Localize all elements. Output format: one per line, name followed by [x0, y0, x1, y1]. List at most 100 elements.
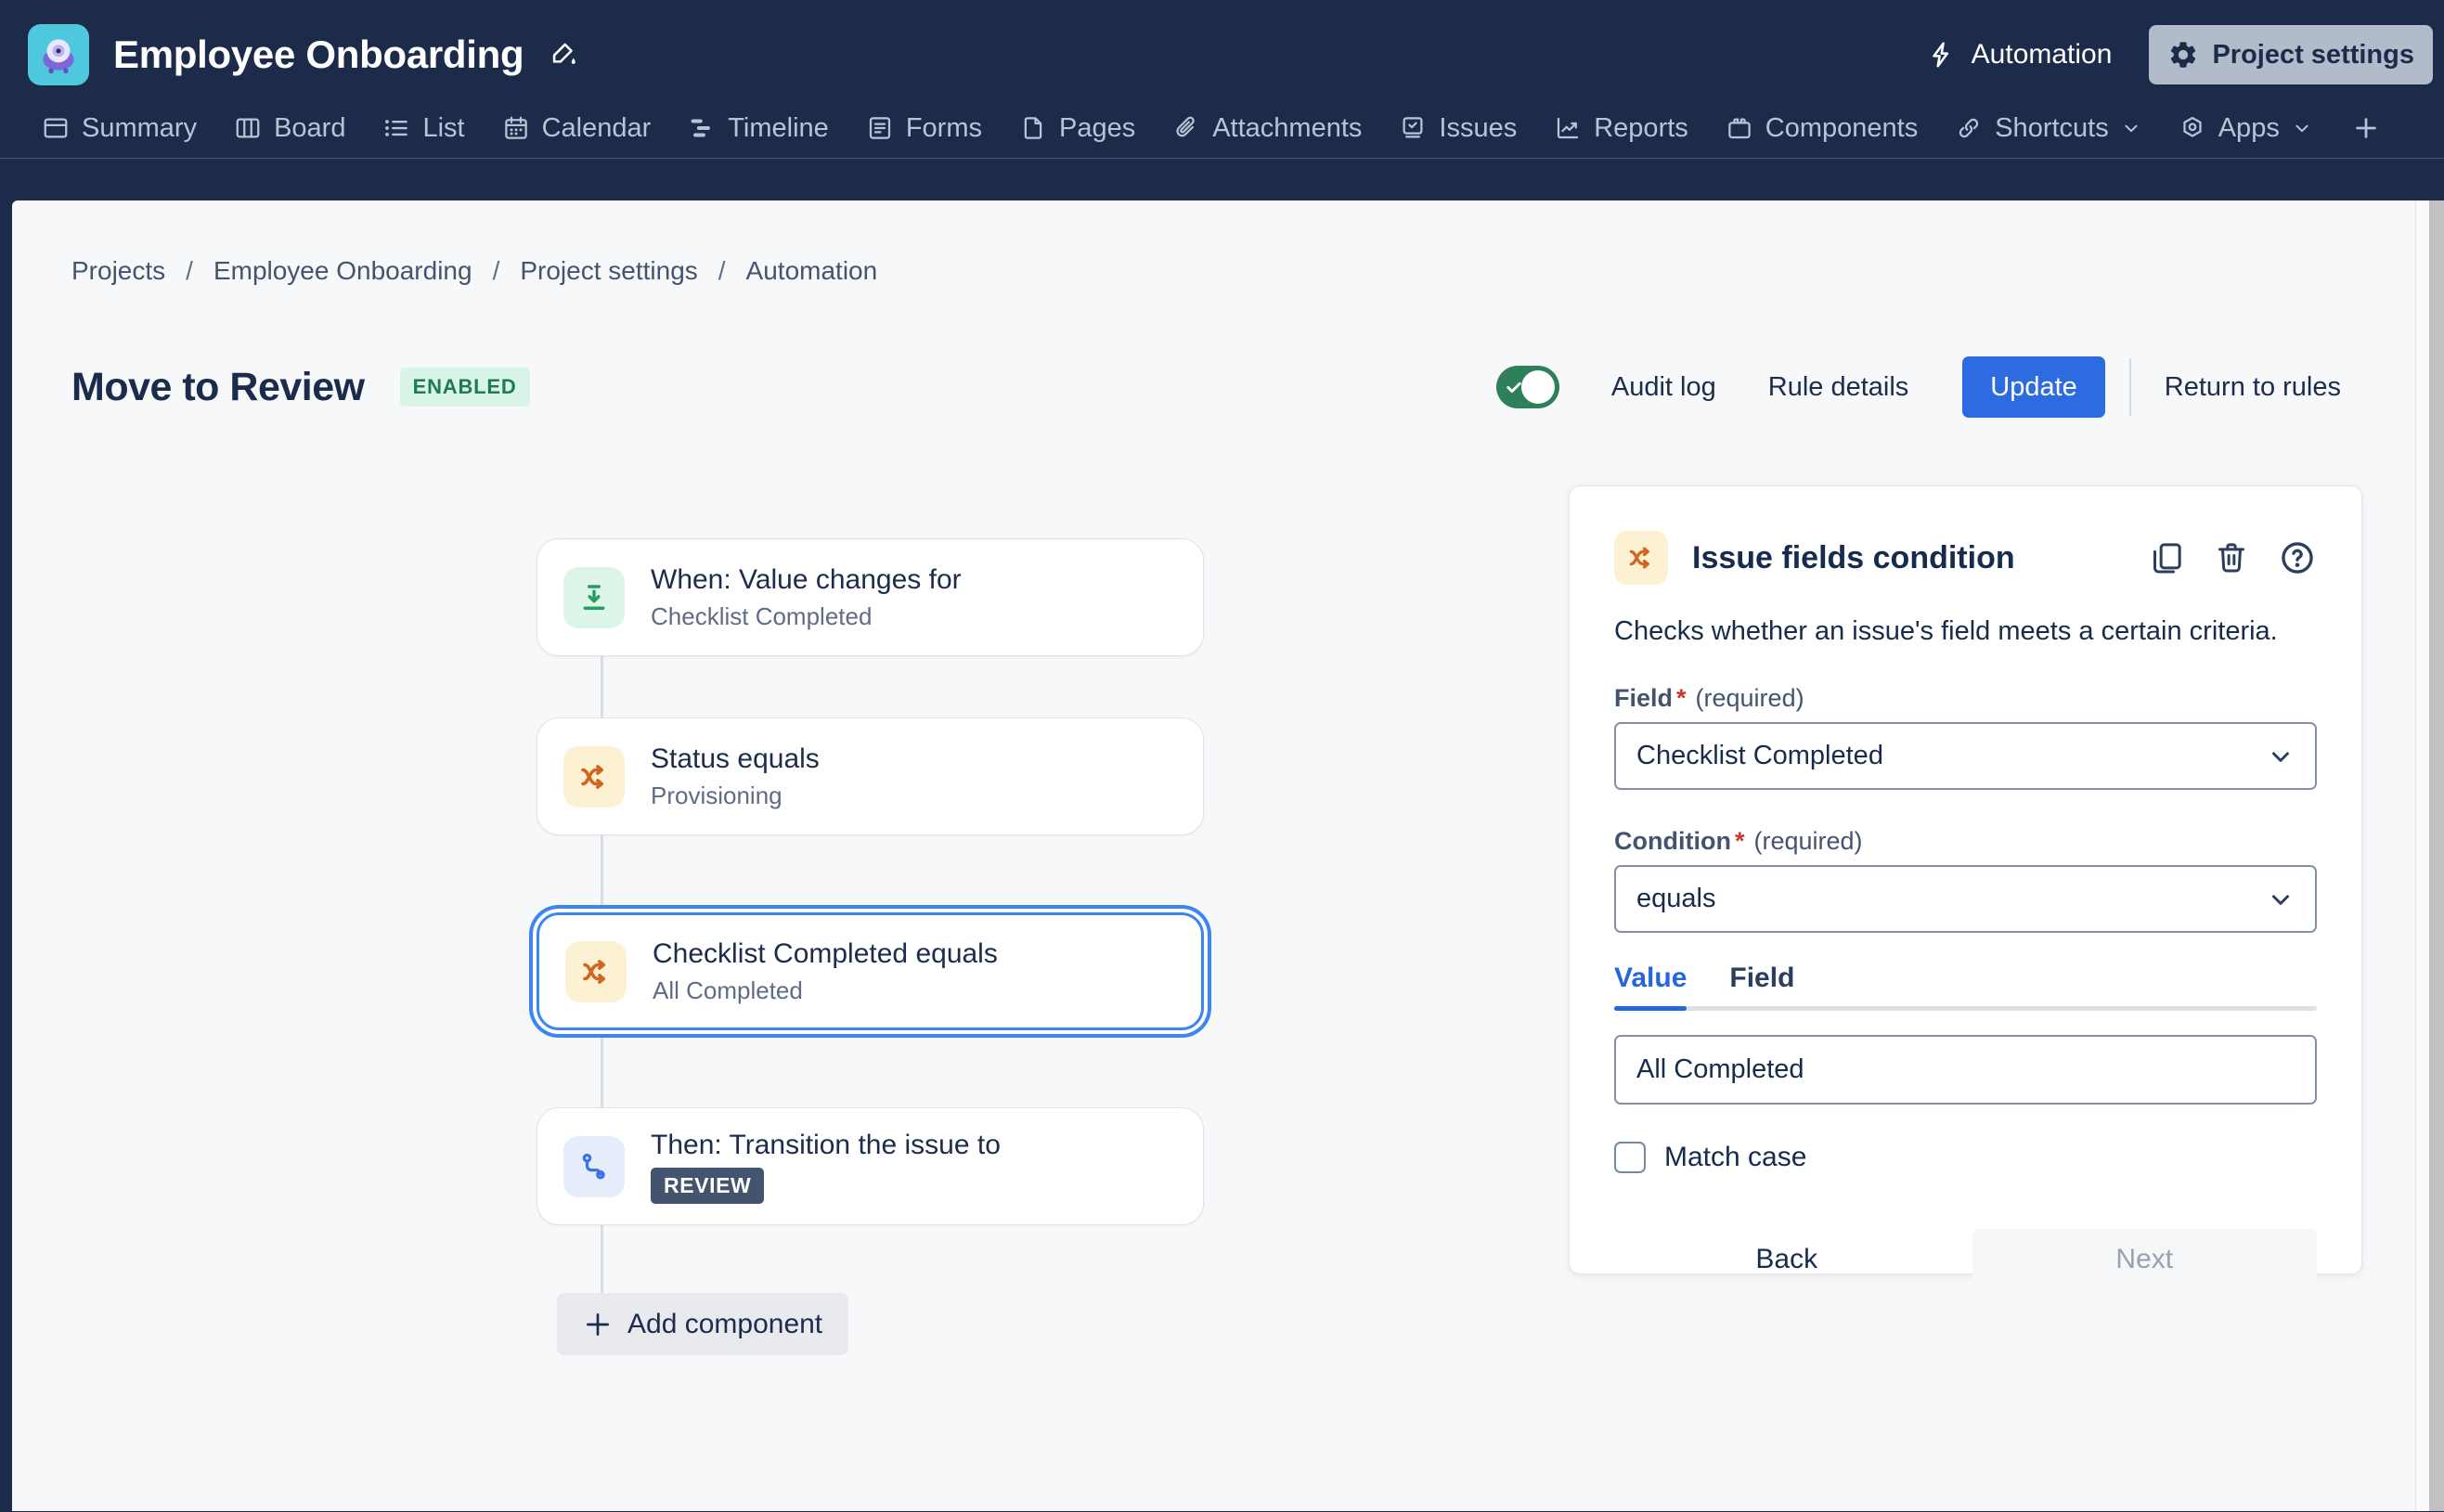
- nav-tab-board[interactable]: Board: [220, 102, 359, 154]
- breadcrumb-projects[interactable]: Projects: [71, 256, 165, 286]
- toggle-knob: [1521, 370, 1555, 404]
- match-case-checkbox[interactable]: [1614, 1142, 1646, 1173]
- tab-value[interactable]: Value: [1614, 963, 1687, 1011]
- plus-icon: [2352, 114, 2380, 142]
- return-to-rules-button[interactable]: Return to rules: [2165, 372, 2341, 403]
- rule-header-row: Move to Review ENABLED Audit log Rule de…: [71, 356, 2341, 418]
- required-asterisk: *: [1735, 827, 1745, 856]
- components-icon: [1726, 114, 1753, 142]
- check-icon: [1505, 378, 1523, 396]
- component-subtitle: Provisioning: [651, 782, 820, 810]
- panel-title: Issue fields condition: [1692, 540, 2015, 576]
- add-component-button[interactable]: Add component: [557, 1293, 848, 1355]
- nav-tab-shortcuts[interactable]: Shortcuts: [1941, 102, 2155, 154]
- actions-divider: [2129, 358, 2131, 416]
- content-frame: Projects / Employee Onboarding / Project…: [0, 159, 2444, 1511]
- monster-avatar-icon: [35, 32, 82, 78]
- chevron-down-icon: [2292, 118, 2312, 138]
- rule-details-button[interactable]: Rule details: [1768, 372, 1909, 403]
- chevron-down-icon: [2267, 743, 2295, 770]
- component-subtitle: All Completed: [653, 976, 998, 1005]
- board-icon: [234, 114, 262, 142]
- calendar-icon: [502, 114, 530, 142]
- flow-component-status-condition[interactable]: Status equals Provisioning: [537, 717, 1204, 835]
- project-nav-tabs: Summary Board List Calendar Timeline For…: [28, 98, 2418, 158]
- pages-icon: [1019, 114, 1047, 142]
- forms-icon: [866, 114, 894, 142]
- update-button[interactable]: Update: [1962, 356, 2105, 418]
- scrollbar-thumb[interactable]: [2429, 200, 2444, 1511]
- nav-tab-calendar[interactable]: Calendar: [488, 102, 666, 154]
- nav-tab-issues[interactable]: Issues: [1385, 102, 1531, 154]
- lightning-icon: [1927, 40, 1957, 70]
- component-subtitle: Checklist Completed: [651, 602, 962, 631]
- chevron-down-icon: [2267, 885, 2295, 913]
- nav-tab-components[interactable]: Components: [1712, 102, 1932, 154]
- theme-paint-icon[interactable]: [548, 39, 579, 71]
- issue-fields-condition-panel: Issue fields condition Checks whether an…: [1569, 485, 2362, 1274]
- field-label: Field* (required): [1614, 684, 2317, 713]
- nav-tab-reports[interactable]: Reports: [1540, 102, 1702, 154]
- breadcrumb-project-settings[interactable]: Project settings: [520, 256, 697, 286]
- breadcrumb-automation[interactable]: Automation: [746, 256, 878, 286]
- project-avatar: [28, 24, 89, 85]
- condition-label: Condition* (required): [1614, 827, 2317, 856]
- match-case-label: Match case: [1664, 1142, 1806, 1173]
- field-value-changed-icon: [563, 567, 625, 628]
- nav-tab-summary[interactable]: Summary: [28, 102, 211, 154]
- condition-icon: [563, 746, 625, 808]
- audit-log-button[interactable]: Audit log: [1611, 372, 1716, 403]
- component-title: When: Value changes for: [651, 564, 962, 596]
- chevron-down-icon: [2121, 118, 2141, 138]
- copy-icon: [2148, 539, 2185, 576]
- nav-tab-pages[interactable]: Pages: [1005, 102, 1149, 154]
- flow-component-checklist-condition-selected[interactable]: Checklist Completed equals All Completed: [537, 912, 1204, 1030]
- gear-icon: [2167, 39, 2199, 71]
- panel-toolbar: [2148, 538, 2317, 577]
- nav-tab-apps[interactable]: Apps: [2165, 102, 2326, 154]
- breadcrumb-project[interactable]: Employee Onboarding: [213, 256, 472, 286]
- reports-icon: [1554, 114, 1582, 142]
- apps-icon: [2179, 114, 2206, 142]
- help-circle-icon: [2278, 538, 2317, 577]
- next-button[interactable]: Next: [1972, 1229, 2318, 1290]
- shortcuts-icon: [1955, 114, 1983, 142]
- delete-component-button[interactable]: [2213, 539, 2250, 576]
- project-settings-button[interactable]: Project settings: [2149, 25, 2433, 84]
- condition-select[interactable]: equals: [1614, 865, 2317, 933]
- flow-component-transition-action[interactable]: Then: Transition the issue to REVIEW: [537, 1107, 1204, 1225]
- scrollbar-track[interactable]: [2416, 200, 2429, 1511]
- timeline-icon: [688, 114, 716, 142]
- transition-icon: [563, 1136, 625, 1197]
- duplicate-component-button[interactable]: [2148, 539, 2185, 576]
- nav-tab-attachments[interactable]: Attachments: [1158, 102, 1376, 154]
- field-select-value: Checklist Completed: [1636, 741, 1883, 771]
- back-button[interactable]: Back: [1614, 1229, 1959, 1290]
- breadcrumb: Projects / Employee Onboarding / Project…: [71, 256, 877, 286]
- flow-component-trigger[interactable]: When: Value changes for Checklist Comple…: [537, 538, 1204, 656]
- breadcrumb-separator: /: [718, 256, 726, 286]
- attachments-icon: [1172, 114, 1200, 142]
- help-button[interactable]: [2278, 538, 2317, 577]
- automation-rule-editor: Projects / Employee Onboarding / Project…: [12, 200, 2416, 1511]
- tab-field[interactable]: Field: [1729, 963, 1794, 1011]
- add-tab-button[interactable]: [2335, 102, 2397, 154]
- condition-icon: [565, 941, 627, 1002]
- field-select[interactable]: Checklist Completed: [1614, 722, 2317, 790]
- plus-icon: [583, 1310, 613, 1339]
- value-input[interactable]: [1614, 1035, 2317, 1105]
- issues-icon: [1399, 114, 1427, 142]
- automation-button[interactable]: Automation: [1927, 39, 2113, 71]
- project-title: Employee Onboarding: [113, 32, 524, 77]
- nav-tab-forms[interactable]: Forms: [852, 102, 996, 154]
- rule-enabled-toggle[interactable]: [1496, 366, 1559, 408]
- rule-title: Move to Review: [71, 365, 365, 410]
- nav-tab-timeline[interactable]: Timeline: [674, 102, 843, 154]
- component-title: Status equals: [651, 743, 820, 775]
- condition-select-value: equals: [1636, 884, 1715, 914]
- summary-icon: [42, 114, 70, 142]
- panel-description: Checks whether an issue's field meets a …: [1614, 616, 2317, 647]
- nav-tab-list[interactable]: List: [369, 102, 478, 154]
- top-navigation-bar: Employee Onboarding Automation Project s…: [0, 0, 2444, 159]
- panel-header: Issue fields condition: [1614, 531, 2317, 585]
